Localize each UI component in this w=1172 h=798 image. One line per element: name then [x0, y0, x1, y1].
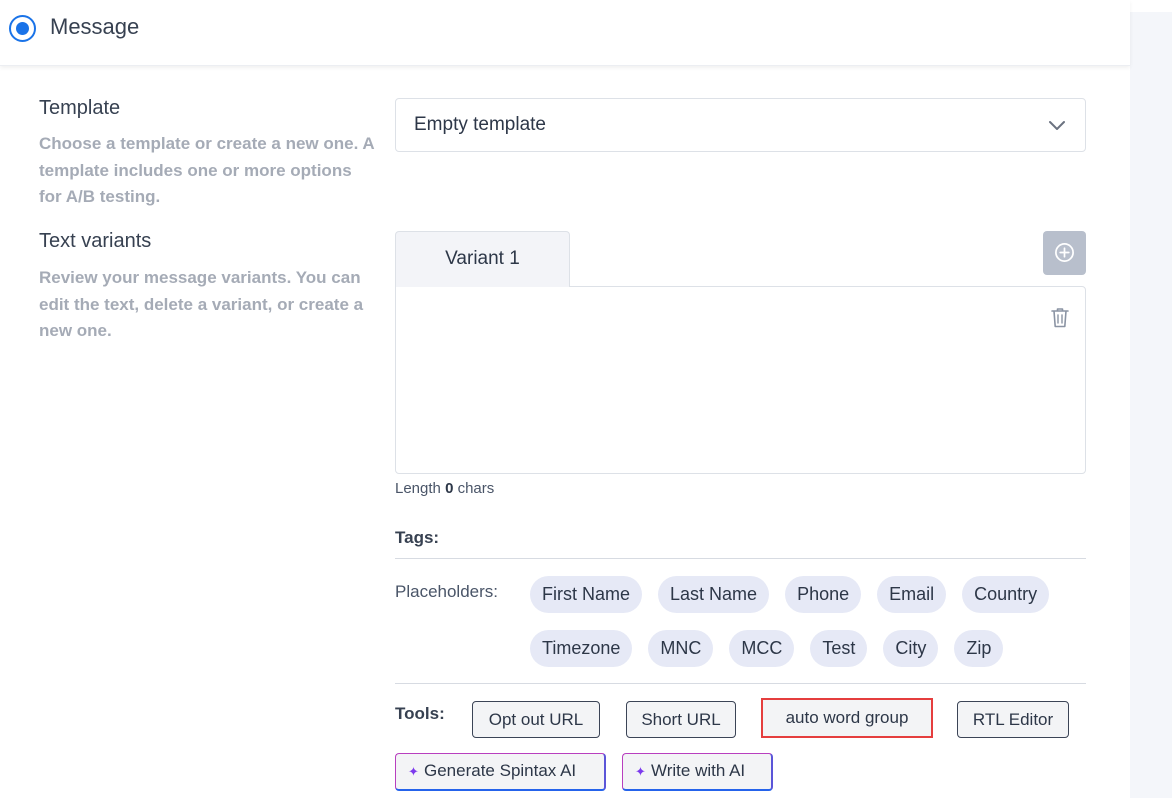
write-with-ai-label: Write with AI — [651, 761, 746, 780]
short-url-button[interactable]: Short URL — [626, 701, 736, 738]
placeholder-chip-first-name[interactable]: First Name — [530, 576, 643, 613]
tab-variant-1[interactable]: Variant 1 — [395, 231, 570, 287]
length-value: 0 — [445, 480, 454, 497]
opt-out-url-button[interactable]: Opt out URL — [472, 701, 600, 738]
sparkle-icon: ✦ — [408, 764, 419, 779]
placeholder-chip-phone[interactable]: Phone — [785, 576, 862, 613]
right-gutter — [1130, 12, 1172, 798]
section-title: Message — [50, 14, 140, 39]
write-with-ai-button[interactable]: ✦ Write with AI — [622, 753, 773, 791]
template-description: Choose a template or create a new one. A… — [39, 134, 375, 206]
generate-spintax-ai-button[interactable]: ✦ Generate Spintax AI — [395, 753, 606, 791]
template-select-value: Empty template — [414, 114, 546, 135]
sparkle-icon: ✦ — [635, 764, 646, 779]
tags-divider — [395, 558, 1086, 559]
template-label: Template — [39, 97, 121, 119]
placeholder-chip-country[interactable]: Country — [962, 576, 1050, 613]
placeholder-chip-test[interactable]: Test — [810, 630, 868, 667]
placeholder-chip-city[interactable]: City — [883, 630, 939, 667]
placeholder-chip-email[interactable]: Email — [877, 576, 947, 613]
length-prefix: Length — [395, 480, 441, 497]
variant-text-editor[interactable] — [395, 286, 1086, 474]
trash-icon[interactable] — [1051, 307, 1069, 328]
tools-divider — [395, 683, 1086, 684]
placeholder-chip-mcc[interactable]: MCC — [729, 630, 795, 667]
placeholder-chip-zip[interactable]: Zip — [954, 630, 1004, 667]
generate-spintax-ai-label: Generate Spintax AI — [424, 761, 577, 780]
tags-title: Tags: — [395, 528, 440, 547]
auto-word-group-button[interactable]: auto word group — [761, 698, 933, 738]
length-counter: Length 0 chars — [395, 480, 494, 497]
text-variants-description: Review your message variants. You can ed… — [39, 268, 364, 340]
length-suffix: chars — [457, 480, 495, 497]
placeholders-label: Placeholders: — [395, 582, 499, 601]
rtl-editor-button[interactable]: RTL Editor — [957, 701, 1069, 738]
template-select[interactable]: Empty template — [395, 98, 1086, 152]
text-variants-label: Text variants — [39, 230, 152, 252]
section-radio-icon[interactable] — [9, 15, 36, 42]
section-header: Message — [0, 0, 1130, 66]
plus-circle-icon — [1055, 243, 1074, 262]
chevron-down-icon — [1049, 121, 1065, 130]
placeholder-chip-timezone[interactable]: Timezone — [530, 630, 633, 667]
placeholder-chip-mnc[interactable]: MNC — [648, 630, 714, 667]
tools-label: Tools: — [395, 704, 445, 723]
placeholder-chips: First Name Last Name Phone Email Country… — [530, 576, 1070, 667]
add-variant-button[interactable] — [1043, 231, 1086, 275]
placeholder-chip-last-name[interactable]: Last Name — [658, 576, 770, 613]
